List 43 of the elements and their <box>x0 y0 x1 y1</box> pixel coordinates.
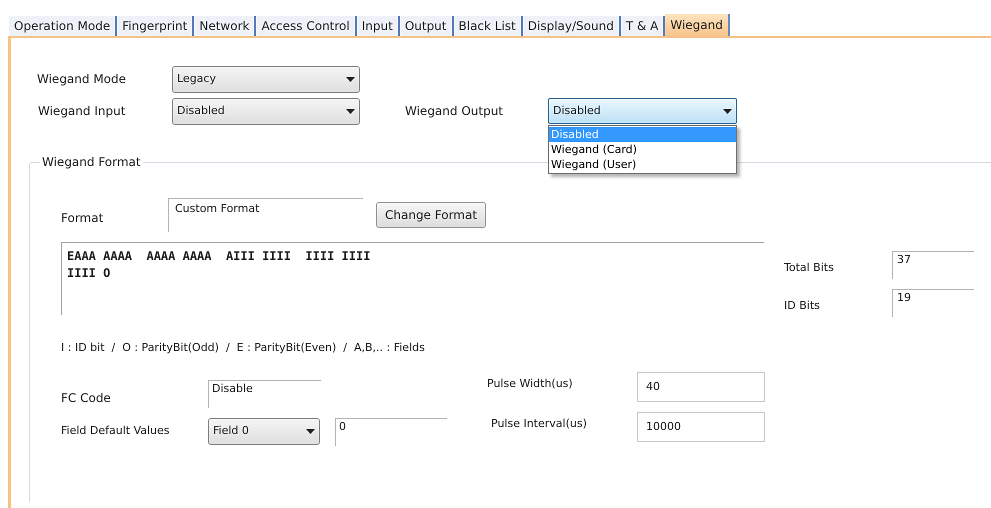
field-dropdown[interactable]: Field 0 <box>208 418 320 445</box>
dropdown-option[interactable]: Wiegand (User) <box>549 157 736 172</box>
total-bits-field[interactable]: 37 <box>892 251 974 279</box>
tab[interactable]: Fingerprint <box>117 16 194 36</box>
dropdown-arrow-icon <box>346 76 355 82</box>
id-bits-field[interactable]: 19 <box>892 289 974 317</box>
field-label: Wiegand Output <box>405 103 504 120</box>
output-dropdown[interactable]: Disabled <box>548 98 737 124</box>
field-label: Total Bits <box>784 260 835 276</box>
field-label: Format <box>61 210 104 227</box>
dropdown-arrow-icon <box>723 108 732 114</box>
tab[interactable]: Access Control <box>256 16 357 36</box>
mode-dropdown[interactable]: Legacy <box>172 66 360 92</box>
pulse-interval-field[interactable]: 10000 <box>637 412 765 442</box>
field-label: Pulse Width(us) <box>487 376 574 392</box>
tab[interactable]: Black List <box>454 16 523 36</box>
tab[interactable]: Output <box>400 16 454 36</box>
dropdown-option[interactable]: Wiegand (Card) <box>549 142 736 157</box>
pulse-width-field[interactable]: 40 <box>637 372 765 402</box>
field-label: ID Bits <box>784 298 821 314</box>
field-label: Wiegand Mode <box>37 71 128 88</box>
field-label: Pulse Interval(us) <box>490 416 588 432</box>
tab[interactable]: Wiegand <box>665 14 730 36</box>
dropdown-arrow-icon <box>346 108 355 114</box>
field-value-field[interactable]: 0 <box>335 418 447 446</box>
field-label: Wiegand Input <box>37 103 126 120</box>
bit-pattern-field[interactable]: EAAA AAAA AAAA AAAA AIII IIII IIII IIII IIII O <box>61 242 764 315</box>
legend-text: I : ID bit / O : ParityBit(Odd) / E : ParityBit(Even) / A,B,.. : Fields <box>61 340 426 356</box>
group-title: Wiegand Format <box>40 154 143 170</box>
field-label: Field Default Values <box>61 423 171 440</box>
tab[interactable]: Network <box>194 16 256 36</box>
format-field[interactable]: Custom Format <box>168 198 363 232</box>
input-dropdown[interactable]: Disabled <box>172 98 360 124</box>
tab[interactable]: T & A <box>620 16 666 36</box>
dropdown-arrow-icon <box>306 429 315 434</box>
bit-pattern-line: EAAA AAAA AAAA AAAA AIII IIII IIII IIII <box>67 248 372 265</box>
bit-pattern-line: IIII O <box>67 265 112 282</box>
tab[interactable]: Display/Sound <box>522 16 621 36</box>
fc-code-field[interactable]: Disable <box>208 380 321 408</box>
tab[interactable]: Input <box>356 16 400 36</box>
field-label: FC Code <box>61 390 112 406</box>
tab[interactable]: Operation Mode <box>9 16 118 36</box>
change-format-button[interactable]: Change Format <box>376 202 486 228</box>
